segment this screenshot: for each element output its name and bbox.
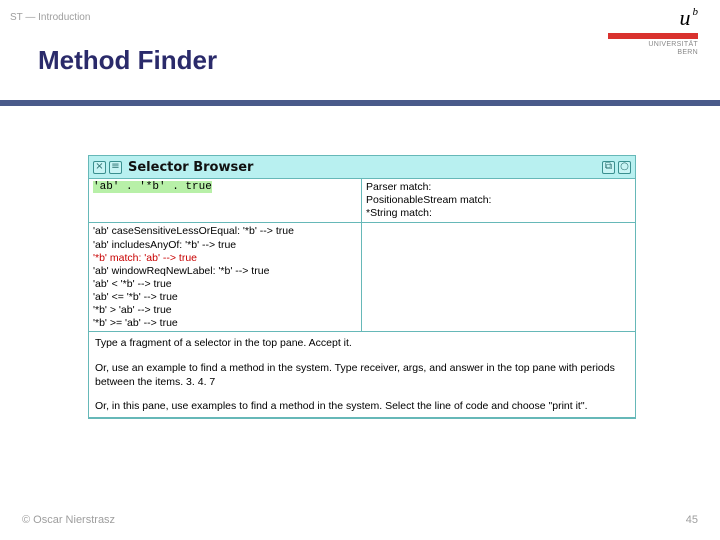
university-logo: u b UNIVERSITÄT BERN	[608, 5, 698, 58]
page-title: Method Finder	[38, 45, 217, 76]
help-text: Type a fragment of a selector in the top…	[95, 336, 629, 350]
list-item[interactable]: 'ab' windowReqNewLabel: '*b' --> true	[93, 265, 357, 278]
results-list[interactable]: 'ab' caseSensitiveLessOrEqual: '*b' --> …	[89, 223, 362, 331]
detail-pane[interactable]	[362, 223, 635, 331]
list-item[interactable]: PositionableStream match:	[366, 194, 631, 207]
list-item[interactable]: 'ab' includesAnyOf: '*b' --> true	[93, 239, 357, 252]
list-item[interactable]: '*b' match: 'ab' --> true	[93, 252, 357, 265]
collapse-icon[interactable]: ⧉	[602, 161, 615, 174]
help-pane[interactable]: Type a fragment of a selector in the top…	[89, 332, 635, 418]
window-titlebar[interactable]: × ≡ Selector Browser ⧉ ○	[89, 156, 635, 178]
logo-line1: UNIVERSITÄT	[608, 41, 698, 49]
logo-red-bar	[608, 33, 698, 39]
list-item[interactable]: '*b' >= 'ab' --> true	[93, 317, 357, 330]
list-item[interactable]: Parser match:	[366, 181, 631, 194]
list-item[interactable]: 'ab' ~= '*b' --> true	[93, 330, 357, 331]
page-number: 45	[686, 514, 698, 526]
menu-icon[interactable]: ≡	[109, 161, 122, 174]
selector-input[interactable]: 'ab' . '*b' . true	[89, 179, 362, 222]
help-text: Or, use an example to find a method in t…	[95, 361, 629, 389]
copyright: © Oscar Nierstrasz	[22, 514, 115, 526]
logo-line2: BERN	[608, 49, 698, 57]
list-item[interactable]: 'ab' <= '*b' --> true	[93, 291, 357, 304]
close-icon[interactable]: ×	[93, 161, 106, 174]
list-item[interactable]: 'ab' < '*b' --> true	[93, 278, 357, 291]
list-item[interactable]: '*b' > 'ab' --> true	[93, 304, 357, 317]
breadcrumb: ST — Introduction	[10, 12, 90, 23]
header-rule	[0, 100, 720, 106]
selector-input-text: 'ab' . '*b' . true	[93, 181, 212, 193]
expand-icon[interactable]: ○	[618, 161, 631, 174]
logo-b-letter: b	[693, 6, 699, 18]
class-match-list[interactable]: Parser match:PositionableStream match:*S…	[362, 179, 635, 222]
selector-browser-window: × ≡ Selector Browser ⧉ ○ 'ab' . '*b' . t…	[88, 155, 636, 419]
window-title: Selector Browser	[126, 160, 598, 175]
list-item[interactable]: *String match:	[366, 207, 631, 220]
list-item[interactable]: 'ab' caseSensitiveLessOrEqual: '*b' --> …	[93, 225, 357, 238]
help-text: Or, in this pane, use examples to find a…	[95, 399, 629, 413]
logo-u-letter: u	[680, 5, 691, 31]
